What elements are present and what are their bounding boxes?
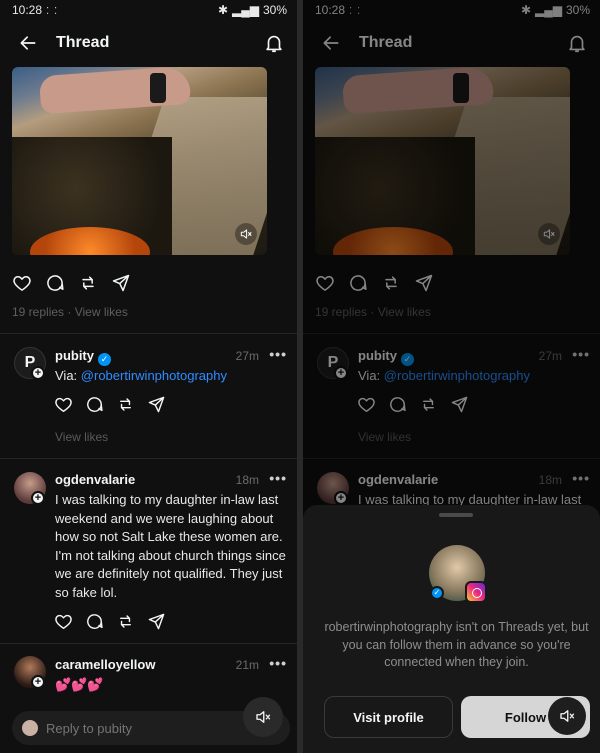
reply-actions bbox=[54, 395, 166, 414]
divider bbox=[0, 458, 297, 459]
view-likes-link[interactable]: View likes bbox=[55, 430, 108, 444]
like-button[interactable] bbox=[54, 395, 73, 414]
share-button[interactable] bbox=[111, 273, 131, 293]
like-button[interactable] bbox=[12, 273, 32, 293]
reply-actions bbox=[54, 612, 166, 631]
reply-time: 27m bbox=[235, 349, 259, 363]
comment-button[interactable] bbox=[85, 612, 104, 631]
instagram-icon bbox=[465, 581, 487, 603]
more-icon[interactable]: ••• bbox=[269, 346, 287, 362]
page-title: Thread bbox=[56, 34, 110, 51]
post-actions bbox=[12, 273, 131, 293]
more-icon[interactable]: ••• bbox=[269, 470, 287, 486]
follow-plus-icon[interactable]: + bbox=[31, 366, 45, 380]
divider bbox=[0, 643, 297, 644]
status-time: 10:28 bbox=[12, 3, 43, 17]
sheet-drag-handle[interactable] bbox=[439, 513, 473, 517]
speaker-muted-icon bbox=[558, 707, 576, 725]
verified-icon: ✓ bbox=[430, 586, 444, 600]
bluetooth-icon: ✱ bbox=[217, 3, 228, 17]
reply-text: Via: @robertirwinphotography bbox=[55, 368, 227, 383]
floating-mute-button[interactable] bbox=[243, 697, 283, 737]
speaker-muted-icon bbox=[254, 708, 272, 726]
visit-profile-button[interactable]: Visit profile bbox=[324, 696, 453, 738]
follow-plus-icon[interactable]: + bbox=[31, 675, 45, 689]
repost-button[interactable] bbox=[78, 273, 98, 293]
status-icons: ✱ ▂▄▆ 30% bbox=[218, 3, 287, 17]
repost-button[interactable] bbox=[116, 395, 135, 414]
repost-button[interactable] bbox=[116, 612, 135, 631]
like-button[interactable] bbox=[54, 612, 73, 631]
reply-time: 18m bbox=[235, 473, 259, 487]
status-bar: 10:28 ⁚ ⁚ ✱ ▂▄▆ 30% bbox=[0, 0, 297, 20]
back-arrow-icon[interactable] bbox=[18, 33, 38, 53]
thread-screen-left: 10:28 ⁚ ⁚ ✱ ▂▄▆ 30% Thread 19 replies · V… bbox=[0, 0, 297, 753]
reply-time: 21m bbox=[235, 658, 259, 672]
sheet-message: robertirwinphotography isn't on Threads … bbox=[324, 620, 589, 669]
comment-button[interactable] bbox=[85, 395, 104, 414]
verified-icon: ✓ bbox=[98, 353, 111, 366]
speaker-muted-icon bbox=[239, 227, 253, 241]
reply-input[interactable] bbox=[46, 720, 226, 736]
post-stats[interactable]: 19 replies · View likes bbox=[12, 305, 128, 319]
video-mute-button[interactable] bbox=[235, 223, 257, 245]
reply-username[interactable]: caramelloyellow bbox=[55, 657, 155, 672]
thread-screen-right: 10:28 ⁚ ⁚ ✱ ▂▄▆ 30% Thread 19 replies · V… bbox=[303, 0, 600, 753]
post-video[interactable] bbox=[12, 67, 267, 255]
comment-button[interactable] bbox=[45, 273, 65, 293]
avatar bbox=[22, 720, 38, 736]
follow-plus-icon[interactable]: + bbox=[31, 491, 45, 505]
share-button[interactable] bbox=[147, 612, 166, 631]
share-button[interactable] bbox=[147, 395, 166, 414]
bell-icon[interactable] bbox=[263, 32, 285, 54]
reply-text: I was talking to my daughter in-law last… bbox=[55, 492, 286, 600]
more-icon[interactable]: ••• bbox=[269, 655, 287, 671]
floating-mute-button[interactable] bbox=[548, 697, 586, 735]
reply-username[interactable]: ogdenvalarie bbox=[55, 472, 135, 487]
app-bar: Thread bbox=[0, 20, 297, 66]
signal-icon: ▂▄▆ bbox=[232, 3, 259, 17]
reply-username[interactable]: pubity ✓ bbox=[55, 348, 111, 366]
divider bbox=[0, 333, 297, 334]
mention-link[interactable]: @robertirwinphotography bbox=[81, 368, 227, 383]
reply-text: 💕💕💕 bbox=[55, 677, 104, 692]
notification-dots: ⁚ ⁚ bbox=[46, 6, 59, 17]
battery-text: 30% bbox=[262, 3, 287, 17]
